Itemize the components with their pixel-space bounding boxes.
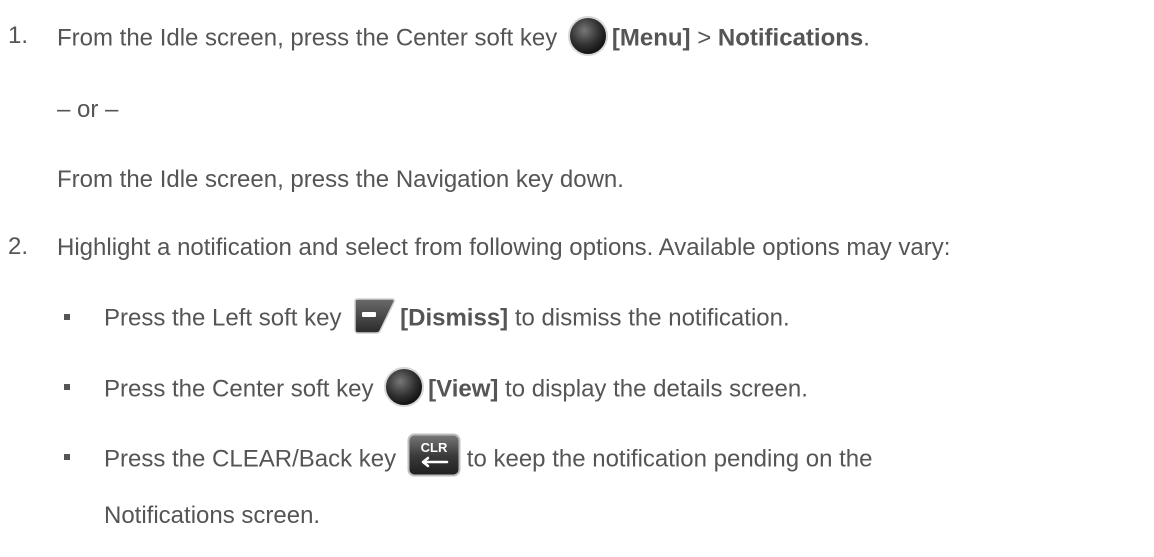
step-number: 1. (8, 22, 29, 49)
menu-key-label: [Menu] (611, 24, 691, 52)
option-view-after: to display the details screen. (498, 375, 808, 403)
center-soft-key-icon (384, 367, 425, 407)
step-1-text: From the Idle screen, press the Center s… (57, 16, 870, 56)
option-dismiss-after: to dismiss the notification. (508, 304, 790, 332)
step-number: 2. (8, 233, 29, 260)
separator: > (690, 24, 718, 52)
notifications-target: Notifications (717, 24, 864, 52)
view-key-label: [View] (428, 375, 499, 403)
option-clear: Press the CLEAR/Back key CLR to keep the… (104, 433, 873, 477)
bullet (64, 454, 70, 460)
or-divider: – or – (57, 96, 119, 123)
step-1-before: From the Idle screen, press the Center s… (57, 24, 558, 52)
option-dismiss-before: Press the Left soft key (104, 304, 342, 332)
option-view: Press the Center soft key [View] to disp… (104, 367, 808, 407)
option-view-before: Press the Center soft key (104, 375, 374, 403)
option-clear-after: to keep the notification pending on the (466, 445, 873, 473)
step-1-alternative: From the Idle screen, press the Navigati… (57, 166, 624, 193)
option-clear-line2: Notifications screen. (104, 502, 321, 529)
center-soft-key-icon (567, 16, 608, 56)
bullet (64, 384, 70, 390)
option-dismiss: Press the Left soft key [Dismiss] to dis… (104, 298, 790, 335)
clr-text: CLR (420, 440, 447, 455)
bullet (64, 314, 70, 320)
clear-back-key-icon: CLR (407, 433, 461, 477)
step-1-end: . (863, 24, 870, 52)
left-soft-key-icon (354, 298, 396, 334)
step-2-text: Highlight a notification and select from… (57, 234, 951, 261)
option-clear-before: Press the CLEAR/Back key (104, 445, 397, 473)
dismiss-key-label: [Dismiss] (400, 304, 509, 332)
